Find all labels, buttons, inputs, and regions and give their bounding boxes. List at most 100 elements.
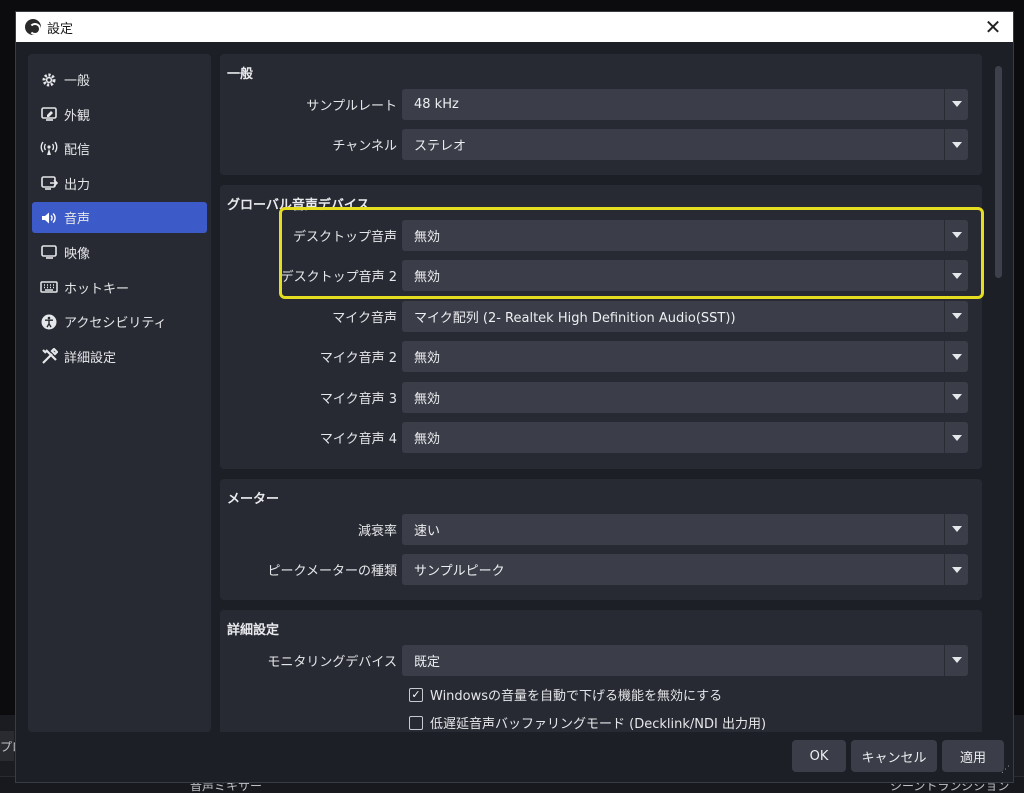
chevron-down-icon xyxy=(944,644,968,676)
low-latency-checkbox[interactable] xyxy=(409,715,423,730)
peak-meter-label: ピークメーターの種類 xyxy=(267,564,397,580)
gear-icon xyxy=(40,71,58,89)
chevron-down-icon xyxy=(944,129,968,161)
mic-audio-2-select[interactable]: 無効 xyxy=(402,341,968,373)
mic-audio-3-row: マイク音声 3 無効 xyxy=(220,377,982,418)
appearance-icon xyxy=(40,105,58,123)
chevron-down-icon xyxy=(944,341,968,373)
mic-audio-select[interactable]: マイク配列 (2- Realtek High Definition Audio(… xyxy=(402,300,968,332)
title-bar: 設定 ✕ xyxy=(16,12,1013,42)
chevron-down-icon xyxy=(944,554,968,586)
monitor-icon xyxy=(40,243,58,261)
monitoring-device-label: モニタリングデバイス xyxy=(267,654,397,670)
monitoring-device-row: モニタリングデバイス 既定 xyxy=(220,640,982,681)
sidebar-item-label: 音声 xyxy=(64,212,91,228)
settings-sidebar: 一般 外観 配信 出力 音声 映像 ホットキー アクセシビリティ 詳細設定 xyxy=(28,54,211,732)
global-audio-group: グローバル音声デバイス デスクトップ音声 無効 デスクトップ音声 2 無効 マイ… xyxy=(220,185,982,469)
ok-button[interactable]: OK xyxy=(792,740,846,772)
settings-dialog: 設定 ✕ 一般 外観 配信 出力 音声 映像 ホットキー アクセシビリティ 詳細… xyxy=(15,11,1014,783)
decay-rate-select[interactable]: 速い xyxy=(402,513,968,545)
mic-audio-4-value: 無効 xyxy=(414,432,441,448)
desktop-audio-select[interactable]: 無効 xyxy=(402,219,968,251)
mic-audio-3-value: 無効 xyxy=(414,391,441,407)
output-icon xyxy=(40,174,58,192)
sidebar-item-hotkeys[interactable]: ホットキー xyxy=(32,272,207,303)
peak-meter-value: サンプルピーク xyxy=(414,564,505,580)
sidebar-item-label: 配信 xyxy=(64,143,91,159)
chevron-down-icon xyxy=(944,381,968,413)
channels-select[interactable]: ステレオ xyxy=(402,129,968,161)
sidebar-item-accessibility[interactable]: アクセシビリティ xyxy=(32,306,207,337)
peak-meter-select[interactable]: サンプルピーク xyxy=(402,554,968,586)
chevron-down-icon xyxy=(944,88,968,120)
advanced-group-title: 詳細設定 xyxy=(227,623,280,638)
mic-audio-row: マイク音声 マイク配列 (2- Realtek High Definition … xyxy=(220,296,982,337)
speaker-icon xyxy=(40,209,58,227)
dialog-footer: OK キャンセル 適用 ⋰ xyxy=(16,738,1013,778)
decay-rate-label: 減衰率 xyxy=(357,523,397,539)
channels-label: チャンネル xyxy=(332,139,397,155)
resize-grip-icon[interactable]: ⋰ xyxy=(1001,765,1010,775)
settings-content: 一般 サンプルレート 48 kHz チャンネル ステレオ グローバル音声デバイス xyxy=(220,54,982,732)
sidebar-item-video[interactable]: 映像 xyxy=(32,237,207,268)
tools-icon xyxy=(40,347,58,365)
broadcast-icon xyxy=(40,140,58,158)
low-latency-label: 低遅延音声バッファリングモード (Decklink/NDI 出力用) xyxy=(430,717,767,732)
sample-rate-select[interactable]: 48 kHz xyxy=(402,88,968,120)
mic-audio-2-value: 無効 xyxy=(414,351,441,367)
meters-group-title: メーター xyxy=(227,492,280,507)
mic-audio-4-select[interactable]: 無効 xyxy=(402,422,968,454)
close-icon: ✕ xyxy=(984,15,1002,39)
global-audio-group-title: グローバル音声デバイス xyxy=(227,198,370,213)
content-scrollbar[interactable] xyxy=(993,54,1005,732)
cancel-button[interactable]: キャンセル xyxy=(851,740,937,772)
sample-rate-value: 48 kHz xyxy=(414,96,459,112)
sample-rate-label: サンプルレート xyxy=(306,98,397,114)
general-group-title: 一般 xyxy=(227,67,254,82)
low-latency-row: 低遅延音声バッファリングモード (Decklink/NDI 出力用) xyxy=(220,709,982,732)
monitoring-device-select[interactable]: 既定 xyxy=(402,644,968,676)
mic-audio-4-row: マイク音声 4 無効 xyxy=(220,418,982,459)
desktop-audio-2-label: デスクトップ音声 2 xyxy=(280,270,397,286)
sample-rate-row: サンプルレート 48 kHz xyxy=(220,84,982,125)
chevron-down-icon xyxy=(944,300,968,332)
sidebar-item-advanced[interactable]: 詳細設定 xyxy=(32,341,207,372)
desktop-audio-2-select[interactable]: 無効 xyxy=(402,260,968,292)
decay-rate-value: 速い xyxy=(414,523,441,539)
sidebar-item-output[interactable]: 出力 xyxy=(32,168,207,199)
peak-meter-row: ピークメーターの種類 サンプルピーク xyxy=(220,550,982,591)
channels-row: チャンネル ステレオ xyxy=(220,125,982,166)
desktop-audio-label: デスクトップ音声 xyxy=(292,229,397,245)
sidebar-item-label: 詳細設定 xyxy=(64,350,117,366)
mic-audio-2-row: マイク音声 2 無効 xyxy=(220,337,982,378)
scrollbar-thumb[interactable] xyxy=(995,66,1002,278)
mic-audio-3-label: マイク音声 3 xyxy=(319,391,397,407)
sidebar-item-audio[interactable]: 音声 xyxy=(32,202,207,234)
decay-rate-row: 減衰率 速い xyxy=(220,509,982,550)
disable-ducking-checkbox[interactable]: ✓ xyxy=(409,687,423,702)
accessibility-icon xyxy=(40,313,58,331)
disable-ducking-label: Windowsの音量を自動で下げる機能を無効にする xyxy=(430,689,723,704)
channels-value: ステレオ xyxy=(414,139,467,155)
close-button[interactable]: ✕ xyxy=(973,12,1013,42)
desktop-audio-2-row: デスクトップ音声 2 無効 xyxy=(220,256,982,297)
sidebar-item-label: ホットキー xyxy=(64,281,130,297)
chevron-down-icon xyxy=(944,260,968,292)
sidebar-item-label: 外観 xyxy=(64,108,91,124)
window-title: 設定 xyxy=(47,21,74,37)
monitoring-device-value: 既定 xyxy=(414,654,441,670)
mic-audio-4-label: マイク音声 4 xyxy=(319,432,397,448)
sidebar-item-stream[interactable]: 配信 xyxy=(32,133,207,164)
chevron-down-icon xyxy=(944,422,968,454)
apply-button[interactable]: 適用 xyxy=(942,740,1004,772)
mic-audio-label: マイク音声 xyxy=(332,310,397,326)
mic-audio-3-select[interactable]: 無効 xyxy=(402,381,968,413)
sidebar-item-general[interactable]: 一般 xyxy=(32,64,207,95)
sidebar-item-label: 出力 xyxy=(64,177,91,193)
sidebar-item-label: 一般 xyxy=(64,74,91,89)
general-group: 一般 サンプルレート 48 kHz チャンネル ステレオ xyxy=(220,54,982,175)
desktop-audio-value: 無効 xyxy=(414,229,441,245)
obs-logo-icon xyxy=(25,19,41,35)
sidebar-item-label: アクセシビリティ xyxy=(64,316,167,332)
sidebar-item-appearance[interactable]: 外観 xyxy=(32,99,207,130)
